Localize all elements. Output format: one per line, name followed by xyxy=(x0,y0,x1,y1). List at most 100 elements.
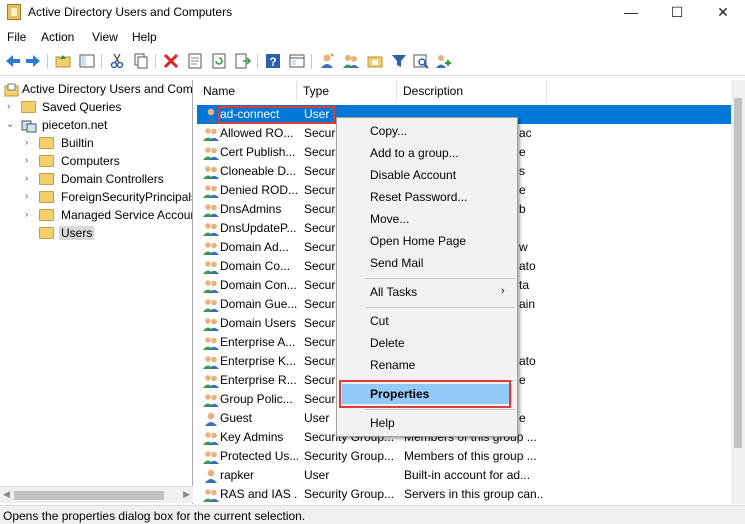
cell-name: DnsAdmins xyxy=(220,202,282,216)
tree-item-foreign-security-principals[interactable]: › ForeignSecurityPrincipals xyxy=(0,189,193,207)
chevron-right-icon[interactable]: › xyxy=(25,137,35,148)
add-to-group-icon[interactable] xyxy=(434,52,452,70)
cell-name: Guest xyxy=(220,411,253,425)
table-row[interactable]: RAS and IAS ... Security Group... Servers … xyxy=(197,485,745,504)
scrollbar-thumb[interactable] xyxy=(734,98,742,448)
tree-horizontal-scrollbar[interactable]: ◀ ▶ xyxy=(0,486,193,503)
group-icon xyxy=(203,337,219,350)
find-icon[interactable] xyxy=(412,52,430,70)
group-icon xyxy=(203,280,219,293)
cell-name: Cloneable D... xyxy=(220,164,297,178)
table-row[interactable]: rapker User Built-in account for ad... xyxy=(197,466,745,485)
table-row[interactable]: Protected Us... Security Group... Members … xyxy=(197,447,745,466)
chevron-right-icon[interactable]: › xyxy=(25,209,35,220)
tree-root-label: Active Directory Users and Com xyxy=(22,82,193,96)
chevron-down-icon[interactable]: ⌄ xyxy=(6,119,16,130)
tree-item-label: Saved Queries xyxy=(42,100,122,114)
refresh-icon[interactable] xyxy=(210,52,228,70)
column-header-description[interactable]: Description xyxy=(397,80,547,102)
menu-action[interactable]: Action xyxy=(41,30,74,44)
cell-name: Allowed RO... xyxy=(220,126,294,140)
group-icon xyxy=(203,375,219,388)
properties-highlight-box xyxy=(339,380,511,408)
cell-description-fragment: ato xyxy=(519,354,536,368)
column-header-name[interactable]: Name xyxy=(197,80,297,102)
submenu-arrow-icon: › xyxy=(501,285,505,297)
delete-icon[interactable] xyxy=(162,52,180,70)
cell-type: User xyxy=(304,468,330,482)
menu-item-disable-account[interactable]: Disable Account xyxy=(337,165,517,185)
user-icon xyxy=(205,412,217,426)
menu-item-add-to-group[interactable]: Add to a group... xyxy=(337,143,517,163)
new-group-icon[interactable] xyxy=(342,52,360,70)
new-ou-icon[interactable] xyxy=(366,52,384,70)
mmc-icon[interactable] xyxy=(288,52,306,70)
cell-description-fragment: ta xyxy=(519,278,530,292)
column-header-type[interactable]: Type xyxy=(297,80,397,102)
group-icon xyxy=(203,356,219,369)
tree-item-builtin[interactable]: › Builtin xyxy=(0,135,192,153)
menu-item-delete[interactable]: Delete xyxy=(337,333,517,353)
cell-description: Built-in account for ad... xyxy=(404,468,531,482)
menu-item-open-home-page[interactable]: Open Home Page xyxy=(337,231,517,251)
tree-item-managed-service-accounts[interactable]: › Managed Service Accour xyxy=(0,207,192,225)
cell-name: Enterprise K... xyxy=(220,354,297,368)
group-icon xyxy=(203,261,219,274)
group-icon xyxy=(203,128,219,141)
filter-icon[interactable] xyxy=(390,52,408,70)
close-button[interactable]: ✕ xyxy=(700,0,745,26)
tree-item-domain[interactable]: ⌄ pieceton.net xyxy=(0,117,192,135)
chevron-right-icon[interactable]: › xyxy=(7,101,17,112)
cell-description-fragment: e xyxy=(519,411,526,425)
menu-help[interactable]: Help xyxy=(132,30,157,44)
forward-icon[interactable] xyxy=(24,52,42,70)
help-icon[interactable]: ? xyxy=(264,52,282,70)
tree-item-saved-queries[interactable]: › Saved Queries xyxy=(0,99,192,117)
window-title: Active Directory Users and Computers xyxy=(28,5,233,19)
cell-type: Security Group... xyxy=(304,487,394,501)
cell-description-fragment: w xyxy=(519,240,528,254)
tree-root[interactable]: Active Directory Users and Com xyxy=(0,81,193,99)
scrollbar-thumb[interactable] xyxy=(14,491,164,500)
menu-item-reset-password[interactable]: Reset Password... xyxy=(337,187,517,207)
menu-item-help[interactable]: Help xyxy=(337,413,517,433)
menu-item-send-mail[interactable]: Send Mail xyxy=(337,253,517,273)
minimize-button[interactable]: — xyxy=(608,0,654,26)
cell-description-fragment: ato xyxy=(519,259,536,273)
copy-icon[interactable] xyxy=(132,52,150,70)
menu-view[interactable]: View xyxy=(92,30,118,44)
menu-item-all-tasks[interactable]: All Tasks xyxy=(337,282,517,302)
export-list-icon[interactable] xyxy=(234,52,252,70)
chevron-right-icon[interactable]: › xyxy=(25,155,35,166)
show-hide-tree-icon[interactable] xyxy=(78,52,96,70)
cell-name: Domain Users xyxy=(220,316,297,330)
menu-item-move[interactable]: Move... xyxy=(337,209,517,229)
new-user-icon[interactable] xyxy=(318,52,336,70)
up-folder-icon[interactable] xyxy=(54,52,72,70)
tree-item-computers[interactable]: › Computers xyxy=(0,153,192,171)
chevron-right-icon[interactable]: › xyxy=(25,191,35,202)
tree-item-domain-controllers[interactable]: › Domain Controllers xyxy=(0,171,192,189)
scroll-left-icon[interactable]: ◀ xyxy=(3,489,10,500)
back-icon[interactable] xyxy=(4,52,22,70)
cell-name: Enterprise R... xyxy=(220,373,297,387)
tree-item-label: ForeignSecurityPrincipals xyxy=(61,190,193,204)
scroll-right-icon[interactable]: ▶ xyxy=(183,489,190,500)
toolbar-separator xyxy=(47,54,48,69)
cell-name: Denied ROD... xyxy=(220,183,298,197)
list-vertical-scrollbar[interactable] xyxy=(731,80,745,504)
chevron-right-icon[interactable]: › xyxy=(25,173,35,184)
cell-name: rapker xyxy=(220,468,255,482)
user-icon xyxy=(205,469,217,483)
cut-icon[interactable] xyxy=(108,52,126,70)
menu-item-copy[interactable]: Copy... xyxy=(337,121,517,141)
menu-item-rename[interactable]: Rename xyxy=(337,355,517,375)
maximize-button[interactable]: ☐ xyxy=(654,0,700,26)
cell-description-fragment: ac xyxy=(519,126,532,140)
tree-item-users[interactable]: Users xyxy=(0,225,192,243)
folder-icon xyxy=(39,209,54,221)
menu-file[interactable]: File xyxy=(7,30,26,44)
properties-icon[interactable] xyxy=(186,52,204,70)
menu-item-cut[interactable]: Cut xyxy=(337,311,517,331)
tree-item-label: Builtin xyxy=(61,136,94,150)
